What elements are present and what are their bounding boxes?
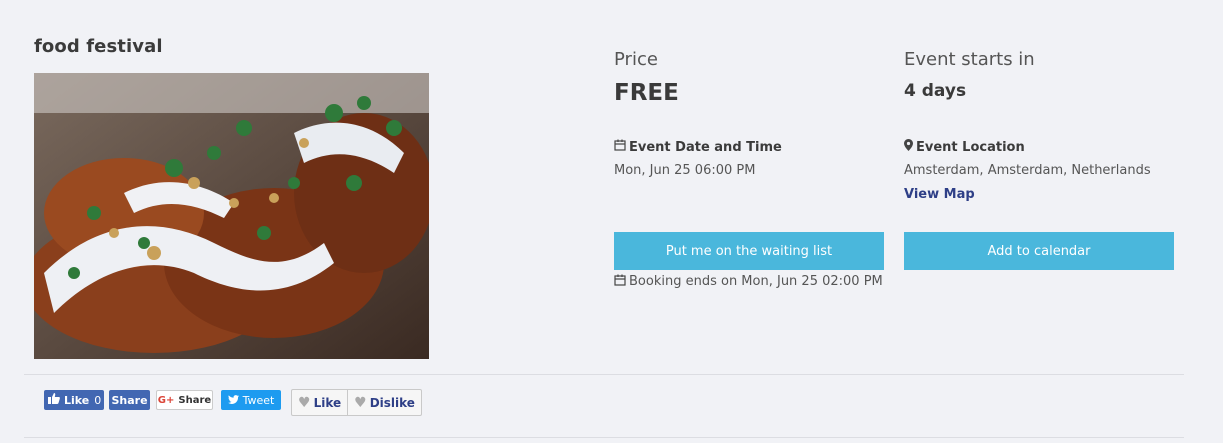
google-share-button[interactable]: G+ Share [156, 390, 213, 410]
like-label: Like [313, 395, 342, 410]
starts-label: Event starts in [904, 49, 1035, 70]
event-title: food festival [34, 36, 163, 57]
like-button[interactable]: ♥ Like [292, 390, 347, 415]
location-header: Event Location [904, 139, 1025, 155]
date-time-value: Mon, Jun 25 06:00 PM [614, 163, 756, 178]
facebook-share-button[interactable]: Share [109, 390, 150, 410]
facebook-like-label: Like [64, 393, 90, 407]
divider-top [24, 374, 1184, 375]
booking-ends-text: Booking ends on Mon, Jun 25 02:00 PM [629, 274, 883, 289]
price-label: Price [614, 49, 658, 70]
location-label: Event Location [916, 140, 1025, 155]
divider-bottom [24, 437, 1184, 438]
broken-heart-icon: ♥ [354, 394, 367, 411]
tweet-button[interactable]: Tweet [221, 390, 281, 410]
facebook-like-button[interactable]: Like 0 [44, 390, 104, 410]
dislike-label: Dislike [369, 395, 415, 410]
event-image [34, 73, 429, 359]
calendar-icon [614, 274, 626, 290]
dislike-button[interactable]: ♥ Dislike [347, 390, 421, 415]
waiting-list-button[interactable]: Put me on the waiting list [614, 232, 884, 270]
starts-value: 4 days [904, 81, 967, 101]
facebook-like-count: 0 [94, 393, 102, 407]
thumbs-up-icon [48, 393, 60, 407]
booking-ends: Booking ends on Mon, Jun 25 02:00 PM [614, 274, 883, 290]
price-value: FREE [614, 80, 679, 106]
google-share-label: Share [178, 394, 212, 406]
tweet-label: Tweet [242, 393, 275, 407]
location-value: Amsterdam, Amsterdam, Netherlands [904, 163, 1151, 178]
date-time-label: Event Date and Time [629, 140, 782, 155]
heart-icon: ♥ [298, 394, 311, 411]
google-plus-icon: G+ [157, 394, 175, 406]
map-marker-icon [904, 139, 913, 155]
like-dislike-group: ♥ Like ♥ Dislike [291, 389, 422, 416]
view-map-link[interactable]: View Map [904, 187, 975, 202]
date-time-header: Event Date and Time [614, 139, 782, 155]
twitter-bird-icon [227, 394, 239, 407]
calendar-icon [614, 139, 626, 155]
add-to-calendar-button[interactable]: Add to calendar [904, 232, 1174, 270]
